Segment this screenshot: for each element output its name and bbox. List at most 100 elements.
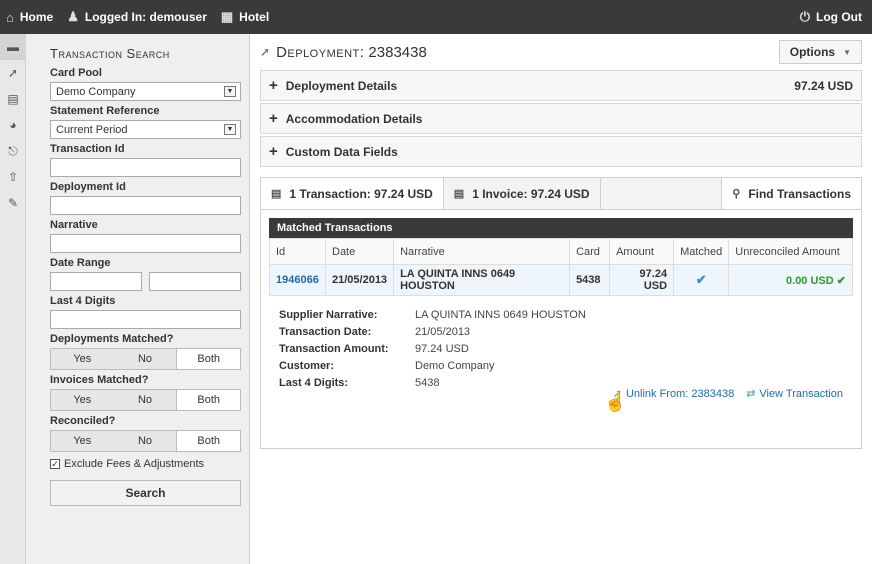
- card-pool-select[interactable]: Demo Company ▼: [50, 82, 241, 101]
- col-matched: Matched: [673, 238, 730, 265]
- options-label: Options: [789, 45, 836, 59]
- unlink-label: Unlink From: 2383438: [625, 387, 735, 400]
- card-module-icon[interactable]: ▬: [0, 34, 26, 60]
- narrative-input[interactable]: [50, 234, 241, 253]
- invoices-matched-label: Invoices Matched?: [50, 374, 149, 386]
- tab-transactions[interactable]: ▤ 1 Transaction: 97.24 USD: [261, 178, 444, 209]
- narrative-label: Narrative: [50, 219, 98, 231]
- chevron-down-icon: ▼: [224, 124, 236, 135]
- last4-input[interactable]: [50, 310, 241, 329]
- deployment-id-label: Deployment Id: [50, 181, 126, 193]
- options-button[interactable]: Options ▼: [778, 40, 862, 64]
- deployments-matched-both[interactable]: Both: [176, 349, 241, 369]
- home-link[interactable]: ⌂ Home: [6, 10, 53, 25]
- top-bar: ⌂ Home ♟ Logged In: demouser ▦ Hotel ⏻ L…: [0, 0, 872, 34]
- col-unreconciled: Unreconciled Amount: [728, 238, 853, 265]
- row-card: 5438: [569, 264, 611, 296]
- date-from-input[interactable]: [50, 272, 142, 291]
- tx-amount-key: Transaction Amount:: [279, 342, 389, 355]
- edit-module-icon[interactable]: ✎: [0, 190, 26, 216]
- title-prefix: Deployment:: [276, 43, 365, 61]
- document-icon: ▤: [453, 188, 465, 200]
- power-icon: ⏻: [799, 9, 811, 24]
- exclude-fees-checkbox[interactable]: ✓ Exclude Fees & Adjustments: [50, 458, 241, 470]
- customer-key: Customer:: [279, 359, 335, 372]
- invoices-matched-no[interactable]: No: [114, 390, 177, 410]
- statement-ref-label: Statement Reference: [50, 105, 160, 117]
- col-date: Date: [324, 238, 395, 265]
- page-title: ➚ Deployment: 2383438: [260, 44, 427, 61]
- section-amount: 97.24 USD: [794, 78, 853, 93]
- deployments-matched-label: Deployments Matched?: [50, 333, 174, 345]
- reconciled-yes[interactable]: Yes: [51, 431, 114, 451]
- tx-date-key: Transaction Date:: [279, 325, 372, 338]
- row-narrative: LA QUINTA INNS 0649 HOUSTON: [393, 264, 571, 296]
- reconciled-no[interactable]: No: [114, 431, 177, 451]
- row-date: 21/05/2013: [324, 264, 395, 296]
- deployments-matched-yes[interactable]: Yes: [51, 349, 114, 369]
- reconciled-both[interactable]: Both: [176, 431, 241, 451]
- upload-module-icon[interactable]: ⇧: [0, 164, 26, 190]
- main-content: ➚ Deployment: 2383438 Options ▼ + Deploy…: [250, 34, 872, 564]
- row-id-link[interactable]: 1946066: [269, 264, 326, 296]
- invoices-matched-toggle: Yes No Both: [50, 389, 241, 411]
- statement-ref-value: Current Period: [56, 123, 128, 136]
- last4-value: 5438: [415, 376, 440, 389]
- deployments-matched-toggle: Yes No Both: [50, 348, 241, 370]
- view-transaction-link[interactable]: ⇄ View Transaction: [746, 387, 843, 401]
- statement-ref-select[interactable]: Current Period ▼: [50, 120, 241, 139]
- last4-label: Last 4 Digits: [50, 295, 116, 307]
- expand-plus-icon: +: [269, 110, 278, 127]
- date-range-label: Date Range: [50, 257, 111, 269]
- unlink-link[interactable]: ➚ Unlink From: 2383438: [613, 387, 735, 401]
- transactions-panel: Matched Transactions Id Date Narrative C…: [260, 209, 862, 449]
- card-pool-label: Card Pool: [50, 67, 102, 79]
- reconciled-check-icon: ✔: [836, 274, 846, 287]
- date-to-input[interactable]: [149, 272, 241, 291]
- search-button[interactable]: Search: [50, 480, 241, 506]
- accommodation-details-section[interactable]: + Accommodation Details: [260, 103, 862, 134]
- detail-actions: ➚ Unlink From: 2383438 ⇄ View Transactio…: [279, 387, 843, 401]
- logout-label: Log Out: [816, 10, 862, 24]
- print-module-icon[interactable]: ⎋: [0, 138, 26, 164]
- invoices-matched-yes[interactable]: Yes: [51, 390, 114, 410]
- reports-module-icon[interactable]: ◕: [0, 112, 26, 138]
- transaction-id-input[interactable]: [50, 158, 241, 177]
- logout-button[interactable]: ⏻ Log Out: [800, 9, 862, 25]
- hotel-link[interactable]: ▦ Hotel: [221, 9, 269, 25]
- supplier-narrative-value: LA QUINTA INNS 0649 HOUSTON: [415, 308, 586, 321]
- module-sidebar: ▬ ➚ ▤ ◕ ⎋ ⇧ ✎: [0, 34, 26, 564]
- find-transactions-button[interactable]: ⚲ Find Transactions: [721, 178, 861, 209]
- deployments-matched-no[interactable]: No: [114, 349, 177, 369]
- matched-transactions-header: Matched Transactions: [269, 218, 853, 238]
- tab-bar: ▤ 1 Transaction: 97.24 USD ▤ 1 Invoice: …: [260, 177, 862, 209]
- deployment-icon: ➚: [260, 45, 271, 59]
- expand-plus-icon: +: [269, 77, 278, 94]
- tx-amount-value: 97.24 USD: [415, 342, 469, 355]
- reconciled-toggle: Yes No Both: [50, 430, 241, 452]
- invoices-matched-both[interactable]: Both: [176, 390, 241, 410]
- date-range: [50, 272, 241, 291]
- invoice-module-icon[interactable]: ▤: [0, 86, 26, 112]
- user-label: Logged In: demouser: [84, 10, 207, 24]
- card-pool-value: Demo Company: [56, 85, 136, 98]
- user-info: ♟ Logged In: demouser: [67, 9, 207, 25]
- deployment-id-input[interactable]: [50, 196, 241, 215]
- col-id: Id: [269, 238, 326, 265]
- tab-invoices[interactable]: ▤ 1 Invoice: 97.24 USD: [444, 178, 601, 209]
- custom-data-fields-section[interactable]: + Custom Data Fields: [260, 136, 862, 167]
- transaction-detail: Supplier Narrative: LA QUINTA INNS 0649 H…: [269, 296, 853, 401]
- matched-transactions-table: Id Date Narrative Card Amount Matched Un…: [269, 238, 853, 296]
- row-unreconciled: 0.00 USD ✔: [728, 264, 853, 296]
- deployment-details-section[interactable]: + Deployment Details 97.24 USD: [260, 70, 862, 101]
- page-header: ➚ Deployment: 2383438 Options ▼: [260, 34, 862, 70]
- deployment-module-icon[interactable]: ➚: [0, 60, 26, 86]
- hotel-label: Hotel: [239, 10, 270, 24]
- building-icon: ▦: [220, 9, 234, 24]
- last4-key: Last 4 Digits:: [279, 376, 349, 389]
- tab-invoices-label: 1 Invoice: 97.24 USD: [472, 186, 590, 201]
- user-icon: ♟: [67, 9, 79, 24]
- view-transaction-label: View Transaction: [759, 387, 843, 400]
- table-row[interactable]: 1946066 21/05/2013 LA QUINTA INNS 0649 H…: [269, 264, 853, 296]
- exclude-fees-label: Exclude Fees & Adjustments: [64, 458, 205, 470]
